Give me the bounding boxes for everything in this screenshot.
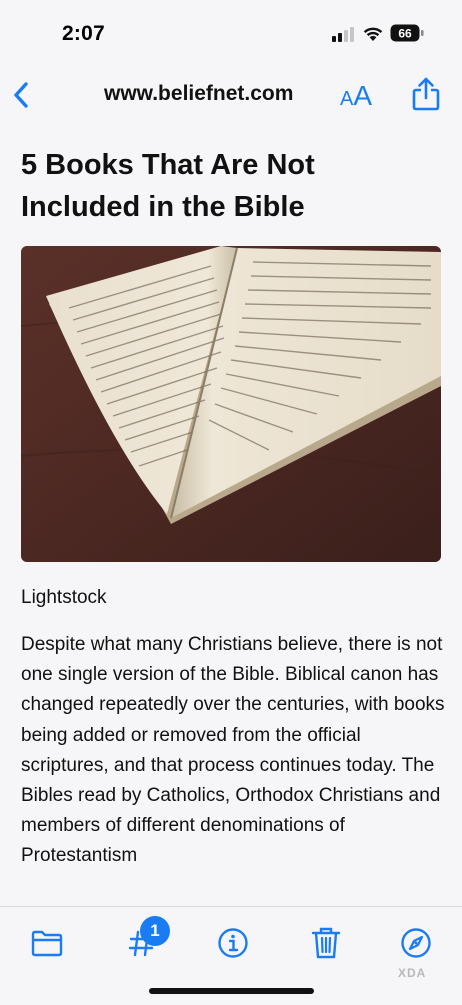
delete-button[interactable]: [306, 923, 346, 963]
folder-icon: [31, 930, 63, 957]
safari-button[interactable]: [396, 923, 436, 963]
open-bible-illustration: [21, 246, 441, 562]
text-size-large-a: A: [353, 80, 373, 111]
battery-icon: 66: [390, 24, 424, 42]
article-title: 5 Books That Are Not Included in the Bib…: [21, 149, 315, 223]
tabs-count-badge: 1: [140, 916, 170, 946]
article-image: [21, 246, 441, 562]
info-button[interactable]: [213, 923, 253, 963]
status-time: 2:07: [62, 22, 105, 45]
battery-percentage: 66: [398, 26, 412, 40]
xda-watermark: XDA: [398, 966, 427, 980]
site-domain: www.beliefnet.com: [104, 82, 294, 105]
text-size-button[interactable]: AA: [340, 80, 372, 112]
article-body: Despite what many Christians believe, th…: [21, 634, 445, 867]
trash-icon: [311, 927, 341, 959]
home-indicator: [149, 988, 314, 994]
status-bar: 2:07 66: [0, 0, 462, 68]
compass-icon: [401, 928, 431, 958]
info-icon: [218, 928, 248, 958]
chevron-left-icon: [14, 82, 28, 108]
cellular-signal-icon: [332, 27, 354, 42]
image-caption: Lightstock: [21, 587, 107, 608]
wifi-icon: [363, 27, 383, 41]
back-button[interactable]: [8, 78, 34, 112]
text-size-small-a: A: [340, 88, 354, 110]
share-icon[interactable]: [410, 76, 442, 112]
navigation-bar: www.beliefnet.com AA: [0, 68, 462, 126]
folder-button[interactable]: [27, 923, 67, 963]
